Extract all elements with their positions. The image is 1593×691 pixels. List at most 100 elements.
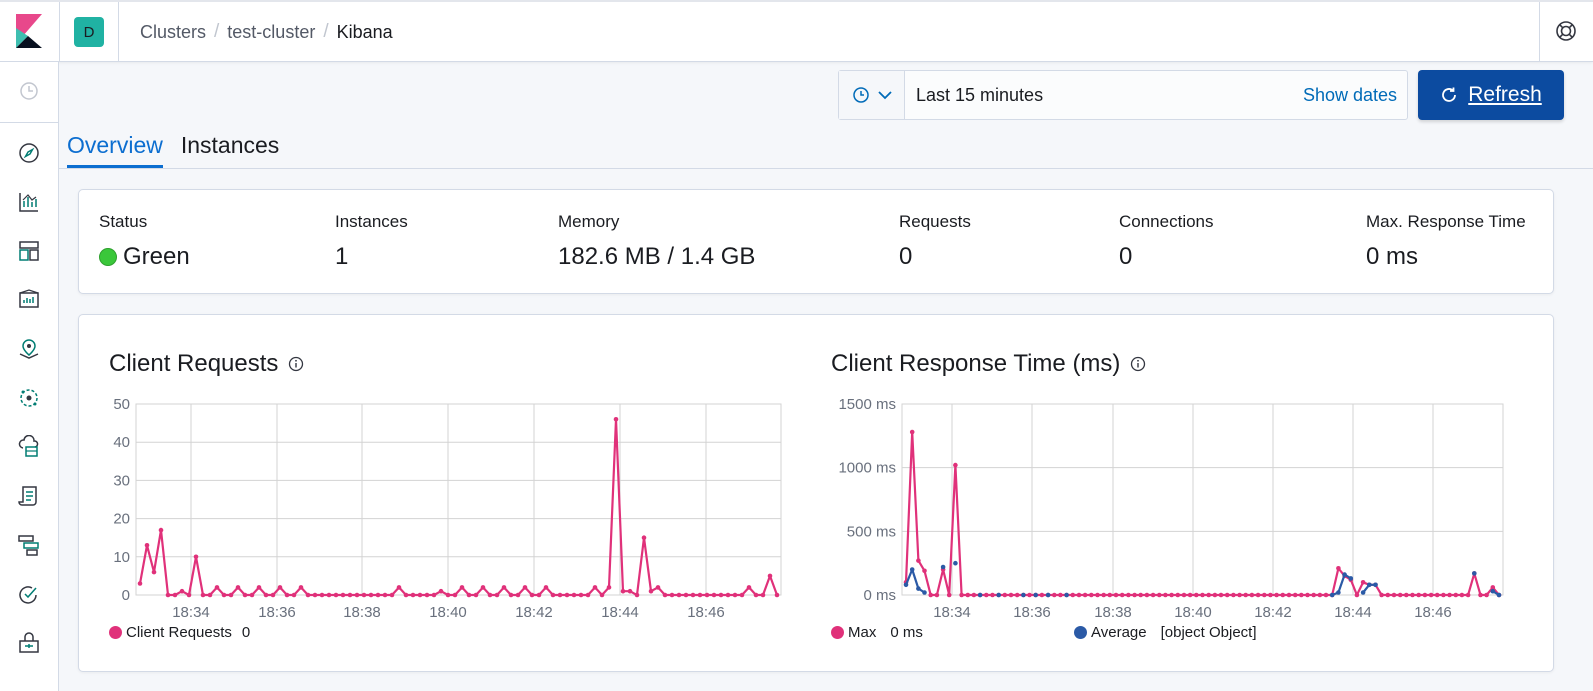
data-point xyxy=(536,592,542,598)
data-point xyxy=(1200,592,1205,598)
plot-frame xyxy=(901,403,1504,596)
visualize-icon[interactable] xyxy=(17,190,41,214)
legend-dot-icon xyxy=(831,626,844,639)
data-point xyxy=(193,554,199,560)
ml-icon[interactable] xyxy=(17,386,41,410)
data-point xyxy=(564,592,570,598)
tab-instances[interactable]: Instances xyxy=(181,132,279,168)
data-point xyxy=(494,592,500,598)
dashboard-icon[interactable] xyxy=(17,239,41,263)
data-point xyxy=(207,592,213,598)
data-point xyxy=(599,592,605,598)
data-point xyxy=(249,592,255,598)
data-point xyxy=(1416,592,1421,598)
data-point xyxy=(718,592,724,598)
x-tick-label: 18:34 xyxy=(933,604,971,621)
breadcrumb: Clusters / test-cluster / Kibana xyxy=(140,21,393,43)
stat-value: 1 xyxy=(335,243,349,270)
maps-icon[interactable] xyxy=(17,337,41,361)
kibana-logo-icon[interactable] xyxy=(14,14,44,48)
data-point xyxy=(389,592,395,598)
data-point xyxy=(487,592,493,598)
data-point xyxy=(909,429,915,435)
data-point xyxy=(361,592,367,598)
data-point xyxy=(1317,592,1323,598)
data-point xyxy=(655,585,661,590)
refresh-icon xyxy=(1442,87,1457,102)
legend-average[interactable]: Average [object Object] xyxy=(1074,624,1257,641)
data-point xyxy=(298,585,304,590)
refresh-button[interactable]: Refresh xyxy=(1418,70,1564,120)
data-point xyxy=(144,543,150,548)
stat-connections: Connections 0 xyxy=(1119,212,1214,271)
data-point xyxy=(1027,592,1032,598)
data-point xyxy=(431,592,437,598)
time-range-text[interactable]: Last 15 minutes xyxy=(905,85,1303,106)
stat-title: Requests xyxy=(899,212,971,231)
legend-client-requests[interactable]: Client Requests 0 xyxy=(109,624,250,641)
data-point xyxy=(1033,592,1038,598)
data-point xyxy=(417,592,423,598)
space-avatar[interactable]: D xyxy=(74,17,104,47)
data-point xyxy=(221,592,227,598)
data-point xyxy=(1243,592,1248,598)
data-point xyxy=(186,592,192,598)
data-point xyxy=(550,592,556,598)
data-point xyxy=(922,590,927,595)
data-point xyxy=(445,592,451,598)
data-point xyxy=(1360,580,1366,585)
breadcrumb-test-cluster[interactable]: test-cluster xyxy=(227,22,315,43)
data-point xyxy=(333,592,339,598)
data-point xyxy=(1336,590,1341,595)
data-point xyxy=(732,592,738,598)
discover-icon[interactable] xyxy=(17,141,41,165)
legend-label: Max xyxy=(848,624,877,641)
data-point xyxy=(1410,592,1415,598)
data-point xyxy=(953,560,958,566)
data-point xyxy=(1052,592,1057,598)
data-point xyxy=(501,585,507,590)
y-tick-label: 0 xyxy=(122,587,130,604)
legend-max[interactable]: Max 0 ms xyxy=(831,624,923,641)
clock-icon[interactable] xyxy=(17,79,41,103)
data-point xyxy=(291,592,297,598)
data-point xyxy=(725,592,731,598)
data-point xyxy=(200,592,206,598)
uptime-icon[interactable] xyxy=(17,582,41,606)
y-tick-label: 50 xyxy=(113,396,130,413)
help-icon[interactable] xyxy=(1555,20,1577,42)
data-point xyxy=(1262,592,1267,598)
data-point xyxy=(1286,592,1292,598)
legend-dot-icon xyxy=(1074,626,1087,639)
quick-menu-button[interactable] xyxy=(839,71,905,119)
data-point xyxy=(1039,592,1045,598)
data-point xyxy=(767,573,773,579)
data-point xyxy=(543,585,549,590)
data-point xyxy=(977,592,983,598)
data-point xyxy=(753,592,759,598)
tab-overview[interactable]: Overview xyxy=(67,132,163,168)
breadcrumb-clusters[interactable]: Clusters xyxy=(140,22,206,43)
canvas-icon[interactable] xyxy=(17,288,41,312)
x-tick-label: 18:42 xyxy=(515,604,553,621)
stat-value: 0 ms xyxy=(1366,243,1419,270)
data-point xyxy=(606,585,612,590)
apm-icon[interactable] xyxy=(17,533,41,557)
data-point xyxy=(669,592,675,598)
data-point xyxy=(909,567,915,572)
dev-tools-icon[interactable] xyxy=(17,631,41,655)
data-point xyxy=(946,592,952,598)
data-point xyxy=(1459,592,1465,598)
infrastructure-icon[interactable] xyxy=(17,435,41,459)
logs-icon[interactable] xyxy=(17,484,41,508)
data-point xyxy=(634,592,640,598)
x-tick-label: 18:36 xyxy=(1013,604,1051,621)
data-point xyxy=(1002,592,1008,598)
data-point xyxy=(1045,592,1051,598)
data-point xyxy=(1212,592,1218,598)
y-tick-label: 40 xyxy=(113,434,130,451)
data-point xyxy=(1119,592,1125,598)
data-point xyxy=(662,592,668,598)
data-point xyxy=(959,592,964,598)
show-dates-link[interactable]: Show dates xyxy=(1303,85,1407,106)
